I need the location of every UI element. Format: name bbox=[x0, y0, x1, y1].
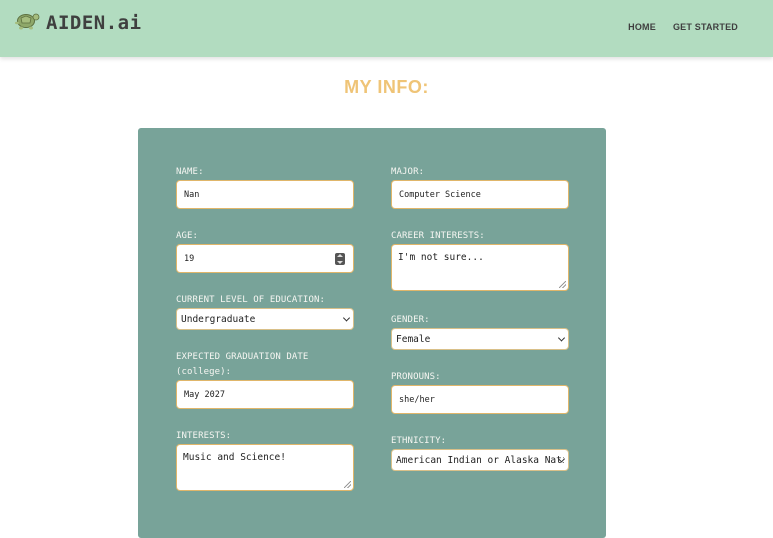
career-textarea[interactable]: I'm not sure... bbox=[391, 244, 569, 291]
brand-logo[interactable]: AIDEN.ai bbox=[13, 10, 142, 36]
turtle-icon bbox=[13, 9, 41, 37]
pronouns-value: she/her bbox=[399, 394, 435, 405]
age-number-input[interactable]: 19 bbox=[176, 244, 354, 273]
gender-value: Female bbox=[396, 333, 431, 345]
graduation-label-line2: (college): bbox=[176, 367, 232, 377]
navbar: AIDEN.ai HOME GET STARTED bbox=[0, 0, 773, 57]
interests-label: INTERESTS: bbox=[176, 431, 232, 441]
resize-grip-icon[interactable] bbox=[559, 281, 566, 288]
number-spinner-icon[interactable] bbox=[335, 253, 345, 265]
pronouns-input[interactable]: she/her bbox=[391, 385, 569, 414]
nav-home-link[interactable]: HOME bbox=[628, 22, 656, 32]
age-value: 19 bbox=[184, 253, 195, 264]
brand-name: AIDEN.ai bbox=[46, 12, 142, 34]
age-label: AGE: bbox=[176, 231, 199, 241]
name-label: NAME: bbox=[176, 167, 204, 177]
education-select[interactable]: Undergraduate bbox=[176, 308, 354, 330]
major-input[interactable]: Computer Science bbox=[391, 180, 569, 209]
ethnicity-value: American Indian or Alaska Native bbox=[396, 454, 564, 466]
major-value: Computer Science bbox=[399, 189, 481, 200]
nav-get-started-link[interactable]: GET STARTED bbox=[673, 22, 738, 32]
gender-label: GENDER: bbox=[391, 315, 430, 325]
resize-grip-icon[interactable] bbox=[344, 481, 351, 488]
gender-select[interactable]: Female bbox=[391, 328, 569, 350]
graduation-label-line1: EXPECTED GRADUATION DATE bbox=[176, 352, 309, 362]
page-title: MY INFO: bbox=[344, 77, 429, 97]
top-nav: HOME GET STARTED bbox=[628, 22, 738, 32]
education-label: CURRENT LEVEL OF EDUCATION: bbox=[176, 295, 325, 305]
name-value: Nan bbox=[184, 189, 200, 200]
career-value: I'm not sure... bbox=[398, 252, 484, 263]
ethnicity-label: ETHNICITY: bbox=[391, 436, 447, 446]
interests-value: Music and Science! bbox=[183, 452, 286, 463]
pronouns-label: PRONOUNS: bbox=[391, 372, 441, 382]
graduation-date-input[interactable]: May 2027 bbox=[176, 380, 354, 409]
chevron-down-icon bbox=[557, 334, 566, 342]
info-form-card: NAME: Nan AGE: 19 CURRENT LEVEL OF EDUCA… bbox=[138, 128, 606, 538]
graduation-value: May 2027 bbox=[184, 389, 225, 400]
interests-textarea[interactable]: Music and Science! bbox=[176, 444, 354, 491]
major-label: MAJOR: bbox=[391, 167, 425, 177]
ethnicity-select[interactable]: American Indian or Alaska Native bbox=[391, 449, 569, 471]
chevron-down-icon bbox=[342, 314, 351, 322]
education-value: Undergraduate bbox=[181, 313, 256, 325]
name-input[interactable]: Nan bbox=[176, 180, 354, 209]
career-label: CAREER INTERESTS: bbox=[391, 231, 485, 241]
